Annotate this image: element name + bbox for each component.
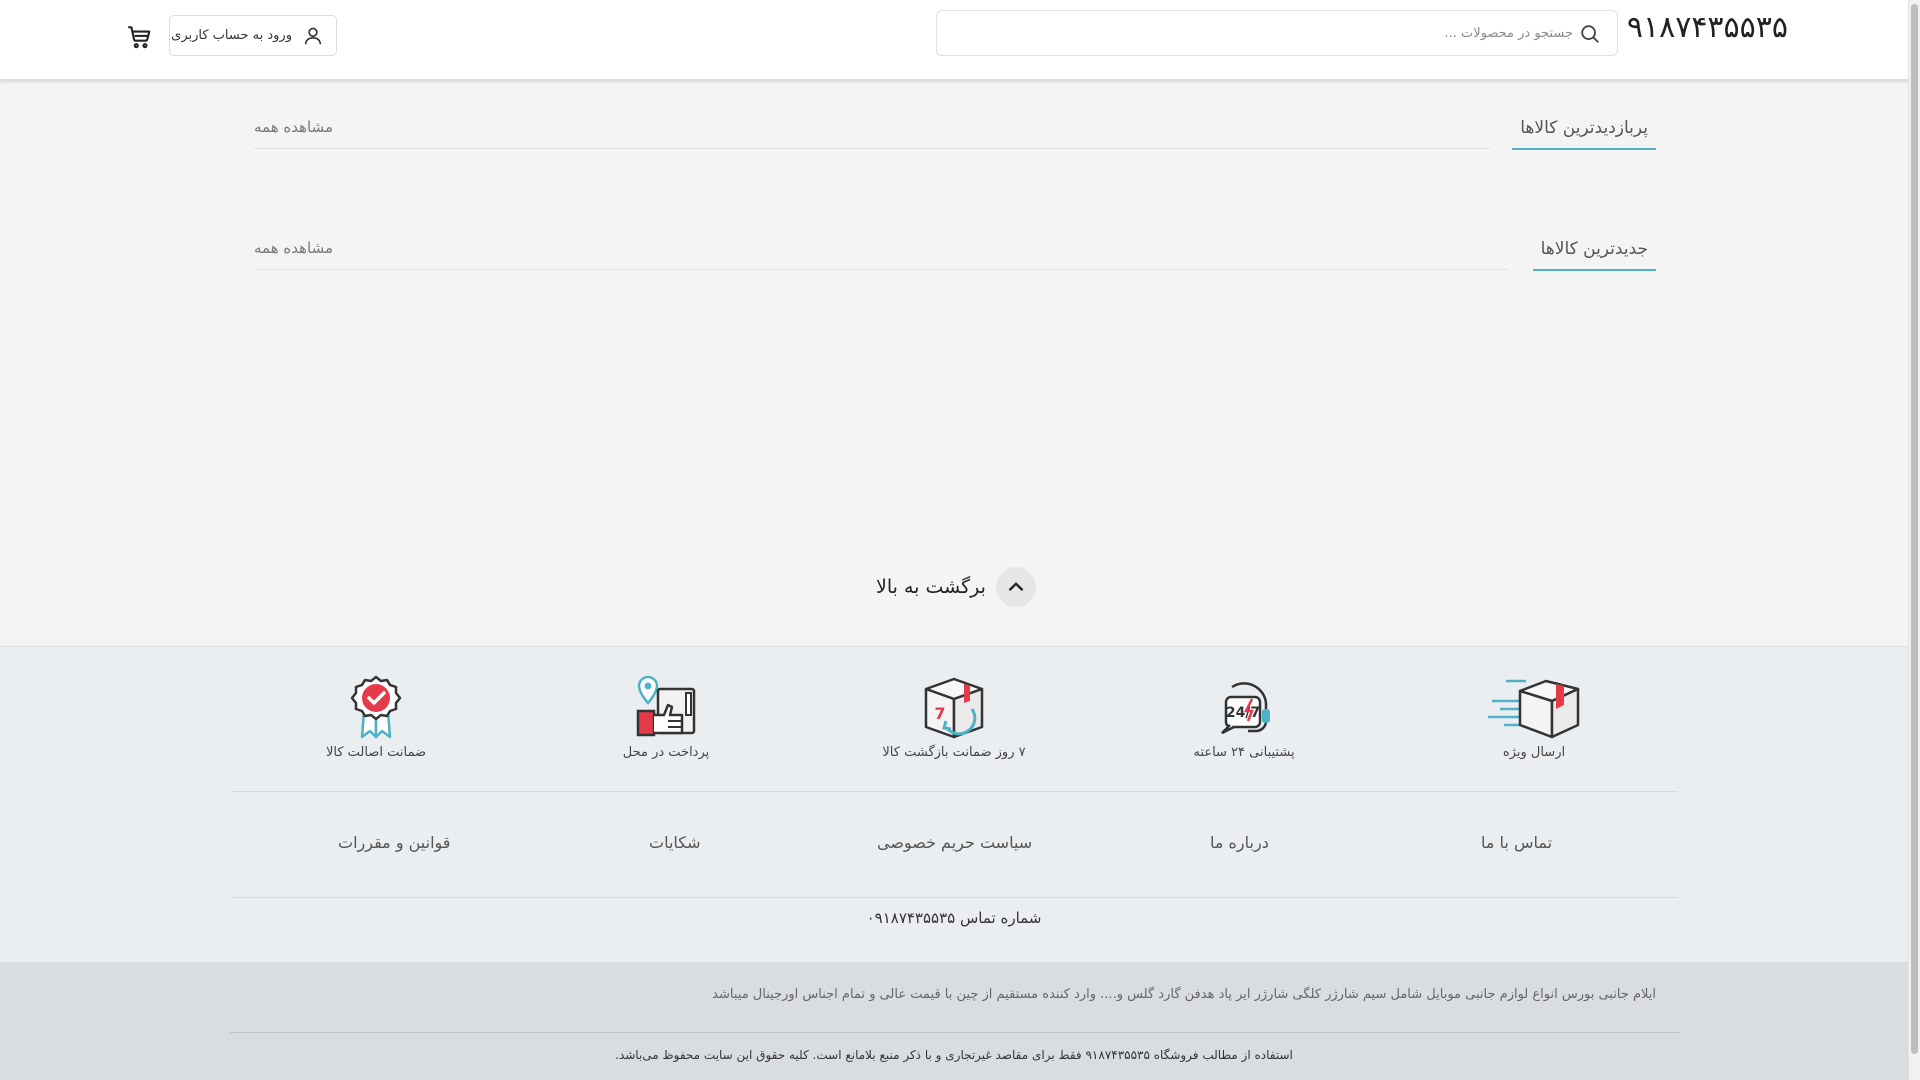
footer-link-terms[interactable]: قوانین و مقررات bbox=[338, 833, 450, 852]
footer-link-complaints[interactable]: شکایات bbox=[649, 833, 701, 852]
login-button[interactable]: ورود به حساب کاربری bbox=[169, 15, 337, 56]
section-divider bbox=[254, 148, 1490, 149]
login-label: ورود به حساب کاربری bbox=[171, 28, 292, 43]
section-title-most-viewed: پربازدیدترین کالاها bbox=[1512, 118, 1656, 150]
footer: ارسال ویژه 24/7 پشتیبانی ۲۴ ساعته 7 ۷ رو… bbox=[0, 646, 1908, 962]
user-icon bbox=[304, 27, 322, 44]
site-logo[interactable]: ۹۱۸۷۴۳۵۵۳۵ bbox=[1627, 10, 1788, 45]
svg-text:7: 7 bbox=[934, 704, 945, 723]
feature-label: ۷ روز ضمانت بازگشت کالا bbox=[882, 745, 1026, 760]
footer-links: تماس با ما درباره ما سیاست حریم خصوصی شک… bbox=[232, 833, 1676, 863]
header: ۹۱۸۷۴۳۵۵۳۵ ورود به حساب کاربری bbox=[0, 0, 1908, 80]
search-input[interactable] bbox=[973, 19, 1573, 47]
bottom-divider bbox=[230, 1032, 1680, 1033]
page-scrollbar[interactable] bbox=[1908, 0, 1920, 1080]
newest-section: جدیدترین کالاها مشاهده همه bbox=[254, 239, 1656, 273]
feature-label: پشتیبانی ۲۴ ساعته bbox=[1193, 745, 1295, 760]
search-icon[interactable] bbox=[1579, 23, 1601, 45]
feature-label: پرداخت در محل bbox=[622, 745, 710, 760]
cart-icon[interactable] bbox=[126, 24, 152, 50]
authenticity-badge-icon bbox=[350, 675, 402, 739]
feature-authenticity: ضمانت اصالت کالا bbox=[286, 675, 466, 760]
return-7-day-box-icon: 7 bbox=[924, 677, 984, 739]
cash-on-delivery-icon bbox=[636, 675, 696, 737]
footer-link-privacy[interactable]: سیاست حریم خصوصی bbox=[877, 833, 1032, 852]
feature-support: 24/7 پشتیبانی ۲۴ ساعته bbox=[1154, 675, 1334, 760]
footer-divider bbox=[232, 791, 1678, 792]
support-24-7-icon: 24/7 bbox=[1221, 682, 1270, 735]
section-title-newest: جدیدترین کالاها bbox=[1532, 239, 1656, 271]
feature-label: ارسال ویژه bbox=[1502, 745, 1566, 760]
fast-delivery-box-icon bbox=[1488, 679, 1580, 739]
footer-divider bbox=[232, 897, 1678, 898]
svg-text:24/7: 24/7 bbox=[1226, 705, 1260, 721]
contact-phone: شماره تماس ۰۹۱۸۷۴۳۵۵۳۵ bbox=[866, 909, 1042, 927]
features-row: ارسال ویژه 24/7 پشتیبانی ۲۴ ساعته 7 ۷ رو… bbox=[232, 675, 1676, 765]
most-viewed-section: پربازدیدترین کالاها مشاهده همه bbox=[254, 118, 1656, 152]
back-to-top-label: برگشت به بالا bbox=[876, 576, 986, 598]
feature-cash-on-delivery: پرداخت در محل bbox=[576, 675, 756, 760]
search-box[interactable] bbox=[936, 10, 1618, 56]
feature-return: 7 ۷ روز ضمانت بازگشت کالا bbox=[864, 675, 1044, 760]
see-all-newest-link[interactable]: مشاهده همه bbox=[254, 239, 333, 257]
section-divider bbox=[254, 269, 1508, 270]
feature-label: ضمانت اصالت کالا bbox=[325, 745, 427, 760]
feature-fast-delivery: ارسال ویژه bbox=[1444, 675, 1624, 760]
page: ۹۱۸۷۴۳۵۵۳۵ ورود به حساب کاربری پربازدیدت… bbox=[0, 0, 1908, 1080]
see-all-most-viewed-link[interactable]: مشاهده همه bbox=[254, 118, 333, 136]
back-to-top-button[interactable]: برگشت به بالا bbox=[876, 567, 1036, 607]
footer-link-contact[interactable]: تماس با ما bbox=[1481, 833, 1552, 852]
footer-link-about[interactable]: درباره ما bbox=[1210, 833, 1269, 852]
scrollbar-thumb[interactable] bbox=[1911, 4, 1918, 1054]
footer-bottom: ایلام جانبی بورس انواع لوازم جانبی موبای… bbox=[0, 962, 1908, 1080]
chevron-up-icon bbox=[995, 567, 1036, 607]
copyright-text: استفاده از مطالب فروشگاه ۹۱۸۷۴۳۵۵۳۵ فقط … bbox=[615, 1048, 1293, 1062]
about-text: ایلام جانبی بورس انواع لوازم جانبی موبای… bbox=[712, 987, 1656, 1002]
